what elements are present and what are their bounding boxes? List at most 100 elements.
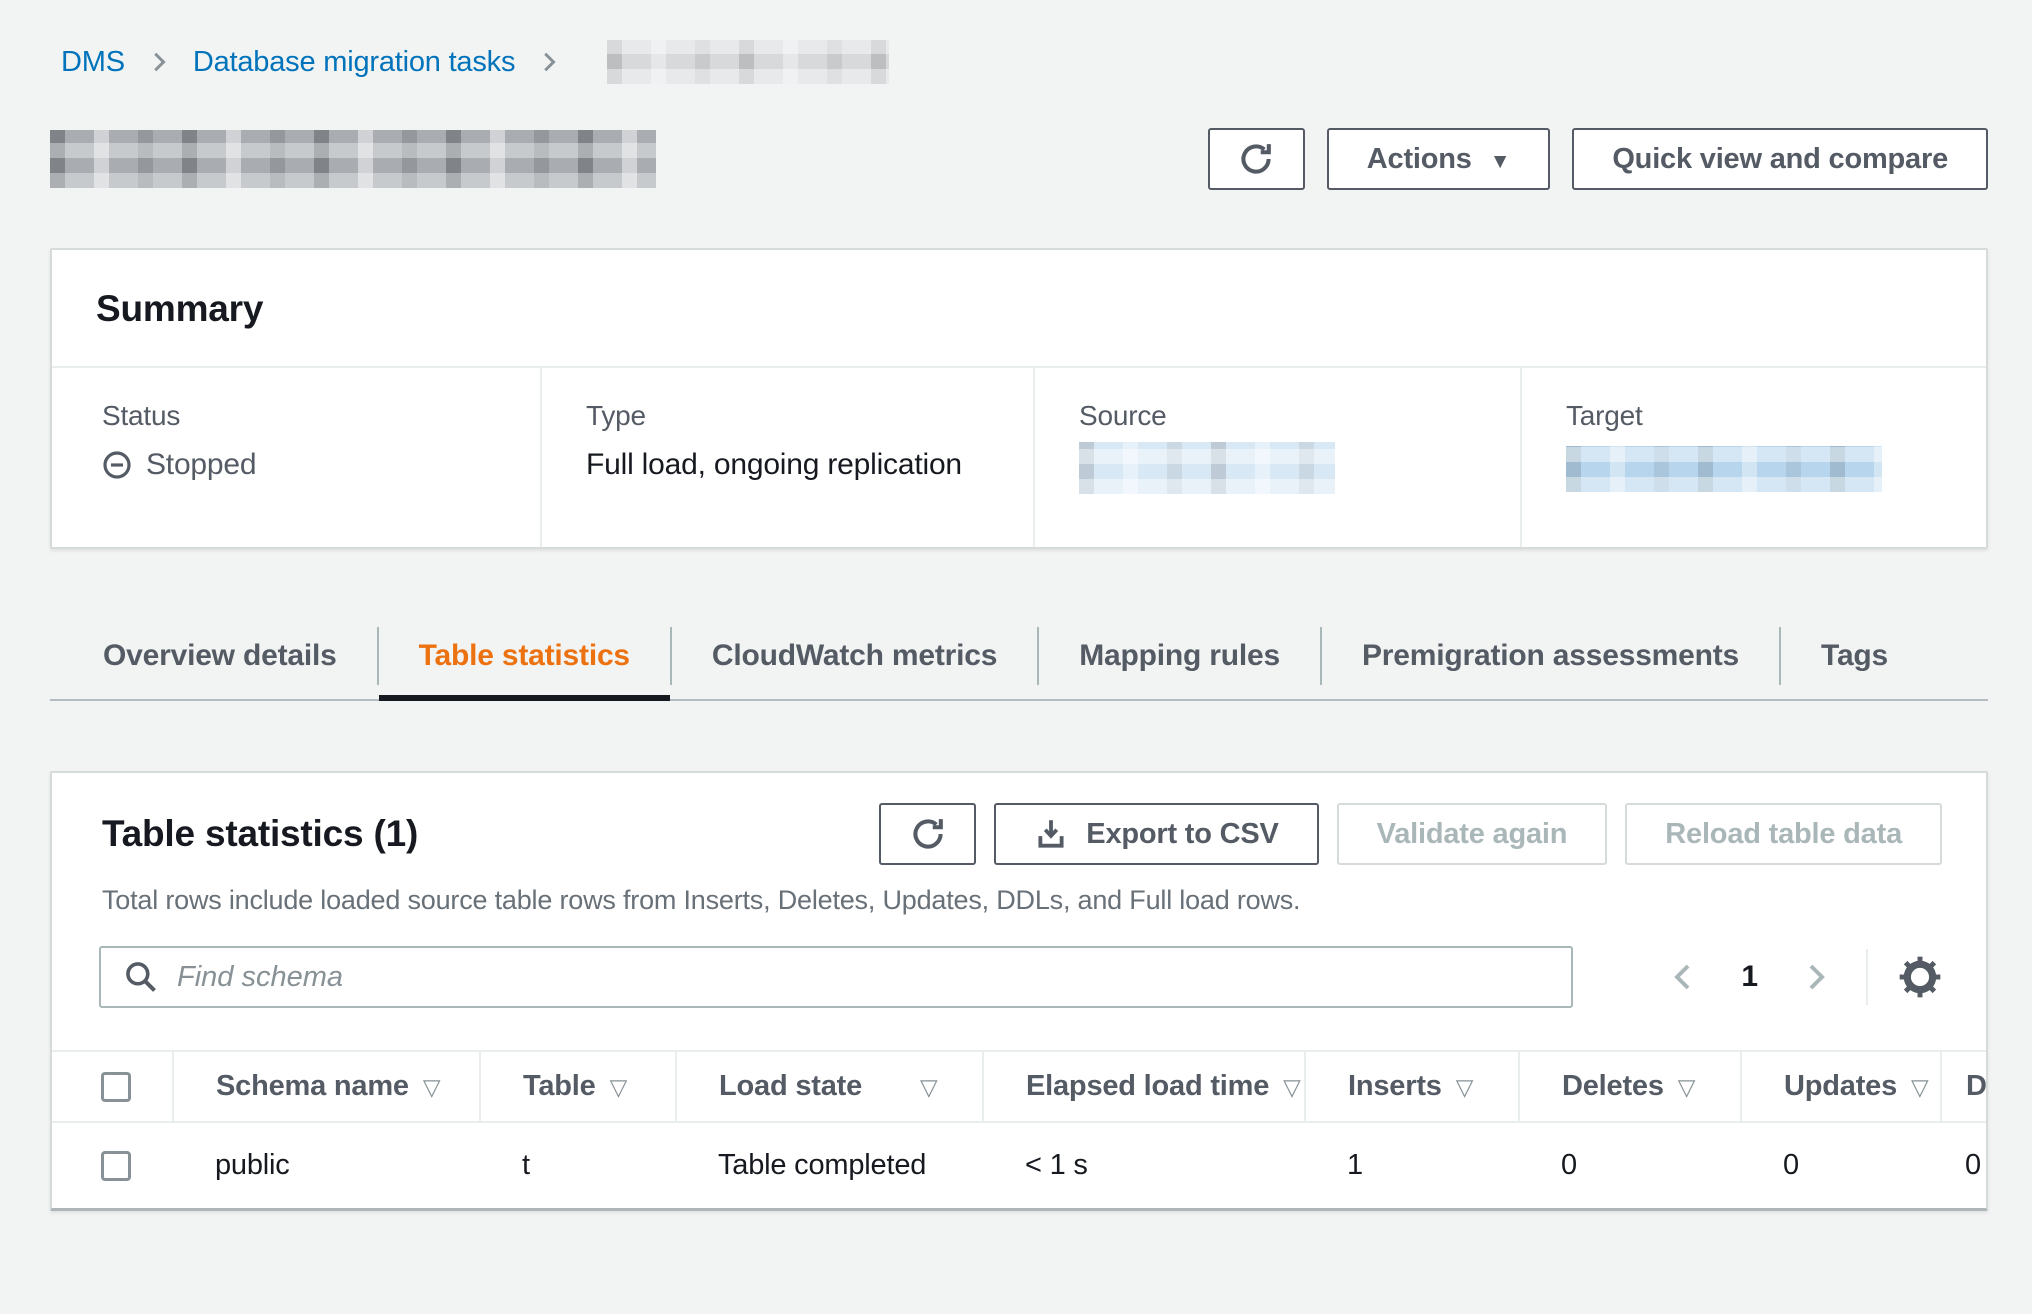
cell-deletes: 0 [1519, 1122, 1741, 1208]
tab-cloudwatch-metrics[interactable]: CloudWatch metrics [672, 613, 1037, 699]
summary-field-status: Status Stopped [52, 368, 540, 547]
select-all-cell [52, 1051, 173, 1122]
table-statistics-card: Table statistics (1) [50, 771, 1988, 1211]
table-statistics-header: Table statistics (1) [52, 773, 1986, 865]
status-label: Status [102, 400, 520, 432]
cell-schema-name: public [173, 1122, 480, 1208]
summary-card-body: Status Stopped Type Full load, ongoing r… [52, 366, 1986, 547]
summary-field-source: Source [1033, 368, 1520, 547]
sort-icon: ▽ [1283, 1074, 1301, 1100]
column-header-elapsed-load-time[interactable]: Elapsed load time▽ [983, 1051, 1305, 1122]
table-header-row: Schema name ▽ Table ▽ Load state ▽ Elapsed … [52, 1051, 1986, 1122]
column-label: Load state [719, 1070, 862, 1102]
table-statistics-table: Schema name ▽ Table ▽ Load state ▽ Elapsed … [52, 1050, 1986, 1208]
column-label: Deletes [1562, 1070, 1664, 1102]
column-header-inserts[interactable]: Inserts ▽ [1305, 1051, 1519, 1122]
target-value-redacted[interactable] [1566, 446, 1882, 492]
sort-icon: ▽ [610, 1074, 628, 1100]
breadcrumb: DMS Database migration tasks [61, 40, 1988, 84]
chevron-left-icon [1667, 961, 1699, 993]
status-text: Stopped [146, 448, 256, 482]
tab-mapping-rules[interactable]: Mapping rules [1039, 613, 1320, 699]
reload-table-data-button: Reload table data [1625, 803, 1942, 865]
export-to-csv-button[interactable]: Export to CSV [994, 803, 1318, 865]
sort-icon: ▽ [1678, 1074, 1696, 1100]
quick-view-and-compare-button[interactable]: Quick view and compare [1572, 128, 1988, 190]
type-value: Full load, ongoing replication [586, 448, 1013, 482]
page-title-redacted [50, 130, 656, 188]
cell-table: t [480, 1122, 676, 1208]
column-header-updates[interactable]: Updates ▽ [1741, 1051, 1941, 1122]
tab-tags[interactable]: Tags [1781, 613, 1928, 699]
circle-minus-icon [102, 450, 132, 480]
task-detail-tabs: Overview details Table statistics CloudW… [50, 613, 1988, 701]
cell-elapsed-load-time: < 1 s [983, 1122, 1305, 1208]
summary-title: Summary [96, 288, 1942, 330]
row-select-cell [52, 1122, 173, 1208]
target-label: Target [1566, 400, 1966, 432]
table-filter-row: 1 [52, 916, 1986, 1008]
pagination: 1 [1667, 949, 1942, 1005]
find-schema-input[interactable] [99, 946, 1573, 1008]
validate-again-label: Validate again [1377, 818, 1568, 851]
cell-load-state: Table completed [676, 1122, 983, 1208]
schema-search-box [99, 946, 1573, 1008]
column-label: Schema name [216, 1070, 409, 1102]
summary-card: Summary Status Stopped Type Full load, [50, 248, 1988, 549]
page-header-actions: Actions ▼ Quick view and compare [1208, 128, 1988, 190]
table-refresh-button[interactable] [879, 803, 976, 865]
breadcrumb-current-redacted [607, 40, 889, 84]
previous-page-button [1667, 961, 1699, 993]
breadcrumb-link-dms[interactable]: DMS [61, 46, 125, 79]
refresh-icon [910, 816, 946, 852]
actions-button-label: Actions [1367, 143, 1472, 176]
column-header-table[interactable]: Table ▽ [480, 1051, 676, 1122]
column-label: Table [523, 1070, 596, 1102]
column-label: DDLs [1966, 1070, 1986, 1102]
dms-task-page: DMS Database migration tasks Actions [0, 40, 2032, 1211]
table-statistics-title: Table statistics (1) [102, 813, 418, 855]
table-statistics-toolbar: Export to CSV Validate again Reload tabl… [879, 803, 1942, 865]
column-label: Updates [1784, 1070, 1897, 1102]
column-header-load-state[interactable]: Load state ▽ [676, 1051, 983, 1122]
refresh-button[interactable] [1208, 128, 1305, 190]
select-all-checkbox[interactable] [101, 1072, 131, 1102]
sort-icon: ▽ [423, 1074, 441, 1100]
column-header-ddls[interactable]: DDLs▽ [1941, 1051, 1986, 1122]
current-page-button[interactable]: 1 [1735, 959, 1764, 995]
refresh-icon [1238, 141, 1274, 177]
cell-inserts: 1 [1305, 1122, 1519, 1208]
cell-ddls: 0 [1941, 1122, 1986, 1208]
sort-icon: ▽ [1911, 1074, 1929, 1100]
breadcrumb-link-migration-tasks[interactable]: Database migration tasks [193, 46, 515, 79]
quick-view-button-label: Quick view and compare [1612, 143, 1948, 176]
summary-field-type: Type Full load, ongoing replication [540, 368, 1033, 547]
column-header-deletes[interactable]: Deletes ▽ [1519, 1051, 1741, 1122]
column-label: Inserts [1348, 1070, 1442, 1102]
sort-icon: ▽ [1456, 1074, 1474, 1100]
tab-premigration-assessments[interactable]: Premigration assessments [1322, 613, 1779, 699]
source-label: Source [1079, 400, 1500, 432]
table-row: public t Table completed < 1 s 1 0 0 0 [52, 1122, 1986, 1208]
column-header-schema-name[interactable]: Schema name ▽ [173, 1051, 480, 1122]
table-statistics-description: Total rows include loaded source table r… [52, 865, 1986, 916]
summary-field-target: Target [1520, 368, 1986, 547]
cell-updates: 0 [1741, 1122, 1941, 1208]
table-preferences-button[interactable] [1898, 955, 1942, 999]
type-label: Type [586, 400, 1013, 432]
export-to-csv-label: Export to CSV [1086, 818, 1278, 851]
validate-again-button: Validate again [1337, 803, 1608, 865]
status-value: Stopped [102, 448, 520, 482]
breadcrumb-chevron-icon [537, 50, 561, 74]
sort-icon: ▽ [920, 1074, 938, 1100]
tab-overview-details[interactable]: Overview details [50, 613, 377, 699]
source-value-redacted[interactable] [1079, 442, 1335, 494]
actions-button[interactable]: Actions ▼ [1327, 128, 1551, 190]
summary-card-header: Summary [52, 250, 1986, 366]
gear-icon [1898, 955, 1942, 999]
download-icon [1034, 817, 1068, 851]
pager-divider [1866, 949, 1868, 1005]
reload-table-data-label: Reload table data [1665, 818, 1902, 851]
tab-table-statistics[interactable]: Table statistics [379, 613, 670, 699]
row-checkbox[interactable] [101, 1151, 131, 1181]
